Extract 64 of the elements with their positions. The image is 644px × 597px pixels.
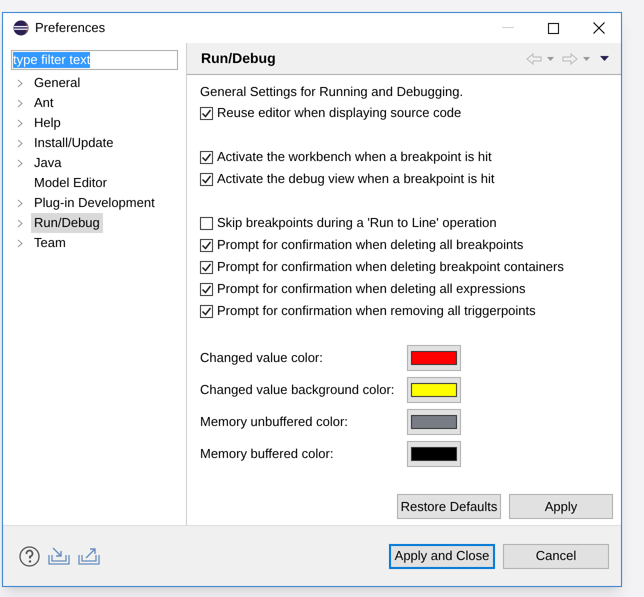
checkbox[interactable] [200,260,213,274]
checkbox-label[interactable]: Prompt for confirmation when deleting all expressions [217,279,526,299]
color-label: Memory buffered color: [200,445,334,464]
tree-row[interactable]: Plug-in Development [11,193,178,213]
checkbox-label[interactable]: Prompt for confirmation when removing all triggerpoints [217,301,536,321]
tree-item[interactable]: Java [31,153,64,173]
checkbox[interactable] [200,172,213,186]
color-button[interactable] [407,441,461,467]
menu-icon[interactable] [600,56,609,61]
import-icon[interactable] [48,547,70,565]
checkbox-label[interactable]: Skip breakpoints during a 'Run to Line' operation [217,213,497,233]
color-button[interactable] [407,377,461,403]
export-icon[interactable] [78,547,100,565]
checkbox[interactable] [200,304,213,318]
checkbox[interactable] [200,106,213,120]
checkbox-label[interactable]: Reuse editor when displaying source code [217,103,462,123]
page-description: General Settings for Running and Debugging. [200,84,464,100]
cancel-button[interactable]: Cancel [503,544,609,568]
checkbox-label[interactable]: Prompt for confirmation when deleting all breakpoints [217,235,524,255]
checkbox-label[interactable]: Prompt for confirmation when deleting breakpoint containers [217,257,564,277]
tree-item[interactable]: Help [31,113,64,133]
color-label: Changed value background color: [200,381,396,400]
chevron-icon[interactable] [17,198,23,208]
tree-item[interactable]: Model Editor [31,173,110,193]
tree-item[interactable]: Team [31,233,69,253]
tree-row[interactable]: Team [11,233,178,253]
checkbox[interactable] [200,238,213,252]
app-logo-icon [13,20,29,36]
tree-item[interactable]: Run/Debug [31,213,103,233]
restore-defaults-button[interactable]: Restore Defaults [397,494,501,519]
tree-item[interactable]: Install/Update [31,133,116,153]
checkbox[interactable] [200,216,213,230]
maximize-icon[interactable] [548,22,559,34]
tree-row[interactable]: Ant [11,93,178,113]
tree-row[interactable]: Java [11,153,178,173]
chevron-icon[interactable] [17,218,23,228]
tree-item[interactable]: Plug-in Development [31,193,158,213]
chevron-icon[interactable] [17,98,23,108]
chevron-icon[interactable] [17,158,23,168]
apply-and-close-button[interactable]: Apply and Close [389,544,495,568]
apply-button[interactable]: Apply [509,494,613,519]
tree-item[interactable]: General [31,73,84,93]
chevron-icon[interactable] [17,138,23,148]
color-label: Changed value color: [200,349,324,368]
chevron-icon[interactable] [17,78,23,88]
tree-row[interactable]: Run/Debug [11,213,178,233]
checkbox[interactable] [200,150,213,164]
help-icon[interactable] [19,546,40,566]
tree-row[interactable]: Model Editor [11,173,178,193]
checkbox-label[interactable]: Activate the debug view when a breakpoint is hit [217,169,495,189]
close-icon[interactable] [593,22,605,34]
checkbox[interactable] [200,282,213,296]
page-title: Run/Debug [201,49,276,68]
color-button[interactable] [407,409,461,435]
tree-item[interactable]: Ant [31,93,57,113]
tree-row[interactable]: General [11,73,178,93]
chevron-icon[interactable] [17,238,23,248]
window-title: Preferences [35,19,106,38]
tree-row[interactable]: Help [11,113,178,133]
color-label: Memory unbuffered color: [200,413,349,432]
color-button[interactable] [407,345,461,371]
tree-row[interactable]: Install/Update [11,133,178,153]
checkbox-label[interactable]: Activate the workbench when a breakpoint is hit [217,147,492,167]
chevron-icon[interactable] [17,118,23,128]
